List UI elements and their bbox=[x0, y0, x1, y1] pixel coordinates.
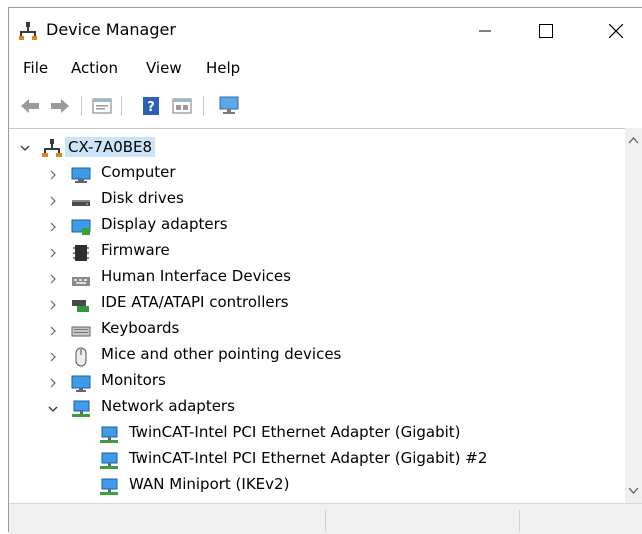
details-icon bbox=[172, 98, 192, 114]
tree-item-keyboards[interactable]: Keyboards bbox=[101, 319, 179, 337]
forward-button[interactable] bbox=[47, 93, 73, 119]
chevron-right-icon[interactable] bbox=[47, 377, 59, 389]
network-adapter-icon bbox=[100, 426, 118, 443]
chevron-right-icon[interactable] bbox=[47, 325, 59, 337]
device-manager-icon bbox=[19, 22, 37, 40]
network-adapter-icon bbox=[100, 478, 118, 495]
status-divider bbox=[325, 510, 326, 532]
help-button[interactable]: ? bbox=[138, 93, 164, 119]
chevron-down-icon[interactable] bbox=[19, 142, 31, 154]
tree-item-network-adapters[interactable]: Network adapters bbox=[101, 397, 235, 415]
close-icon bbox=[609, 24, 623, 38]
firmware-icon bbox=[73, 245, 89, 261]
title-bar: Device Manager bbox=[9, 8, 642, 54]
forward-icon bbox=[51, 99, 69, 113]
properties-button[interactable] bbox=[89, 93, 115, 119]
menu-view[interactable]: View bbox=[146, 59, 182, 77]
chevron-right-icon[interactable] bbox=[47, 221, 59, 233]
close-button[interactable] bbox=[593, 8, 639, 54]
status-divider bbox=[519, 510, 520, 532]
scroll-up-icon[interactable] bbox=[628, 136, 639, 144]
minimize-button[interactable] bbox=[462, 8, 508, 54]
window-title: Device Manager bbox=[46, 20, 176, 39]
device-manager-window: Device Manager File Action View Help ? C… bbox=[8, 7, 642, 534]
toolbar-separator bbox=[81, 96, 82, 116]
menu-help[interactable]: Help bbox=[206, 59, 240, 77]
tree-item-firmware[interactable]: Firmware bbox=[101, 241, 170, 259]
chevron-right-icon[interactable] bbox=[47, 273, 59, 285]
tree-item-disk-drives[interactable]: Disk drives bbox=[101, 189, 184, 207]
toolbar: ? bbox=[9, 90, 642, 122]
monitor-icon bbox=[71, 375, 91, 392]
computer-icon bbox=[71, 167, 91, 183]
keyboard-icon bbox=[71, 326, 91, 337]
network-adapter-icon bbox=[72, 400, 90, 417]
display-adapter-icon bbox=[71, 219, 91, 235]
tree-item-mice[interactable]: Mice and other pointing devices bbox=[101, 345, 341, 363]
chevron-right-icon[interactable] bbox=[47, 247, 59, 259]
back-button[interactable] bbox=[17, 93, 43, 119]
chevron-right-icon[interactable] bbox=[47, 169, 59, 181]
chevron-right-icon[interactable] bbox=[47, 351, 59, 363]
device-tree[interactable]: CX-7A0BE8 Computer Disk drives Display a… bbox=[9, 128, 642, 504]
mouse-icon bbox=[75, 347, 87, 367]
chevron-down-icon[interactable] bbox=[47, 403, 59, 415]
tree-item-ide-controllers[interactable]: IDE ATA/ATAPI controllers bbox=[101, 293, 289, 311]
back-icon bbox=[21, 99, 39, 113]
status-bar bbox=[9, 503, 642, 534]
tree-item-display-adapters[interactable]: Display adapters bbox=[101, 215, 228, 233]
minimize-icon bbox=[479, 30, 491, 32]
maximize-button[interactable] bbox=[523, 8, 569, 54]
menu-action[interactable]: Action bbox=[71, 59, 118, 77]
chevron-right-icon[interactable] bbox=[47, 195, 59, 207]
toolbar-separator bbox=[121, 96, 122, 116]
tree-item-twincat-adapter-2[interactable]: TwinCAT-Intel PCI Ethernet Adapter (Giga… bbox=[129, 449, 487, 467]
computer-network-root-icon bbox=[42, 139, 62, 157]
tree-root-label[interactable]: CX-7A0BE8 bbox=[65, 137, 156, 157]
disk-drive-icon bbox=[72, 200, 90, 206]
svg-text:?: ? bbox=[147, 100, 155, 115]
properties-icon bbox=[92, 98, 112, 114]
scan-hardware-button[interactable] bbox=[216, 93, 242, 119]
tree-item-wan-miniport[interactable]: WAN Miniport (IKEv2) bbox=[129, 475, 289, 493]
scroll-down-icon[interactable] bbox=[628, 487, 639, 495]
toolbar-separator bbox=[203, 96, 204, 116]
maximize-icon bbox=[539, 24, 553, 38]
tree-item-twincat-adapter-1[interactable]: TwinCAT-Intel PCI Ethernet Adapter (Giga… bbox=[129, 423, 461, 441]
details-button[interactable] bbox=[169, 93, 195, 119]
chevron-right-icon[interactable] bbox=[47, 299, 59, 311]
tree-item-monitors[interactable]: Monitors bbox=[101, 371, 166, 389]
help-icon: ? bbox=[143, 97, 159, 115]
ide-controller-icon bbox=[72, 300, 89, 312]
hid-icon bbox=[72, 277, 90, 286]
network-adapter-icon bbox=[100, 452, 118, 469]
vertical-scrollbar[interactable] bbox=[625, 128, 642, 503]
tree-item-human-interface-devices[interactable]: Human Interface Devices bbox=[101, 267, 291, 285]
scan-hardware-icon bbox=[219, 96, 239, 114]
menu-file[interactable]: File bbox=[23, 59, 48, 77]
menu-bar: File Action View Help bbox=[9, 59, 642, 85]
tree-item-computer[interactable]: Computer bbox=[101, 163, 176, 181]
